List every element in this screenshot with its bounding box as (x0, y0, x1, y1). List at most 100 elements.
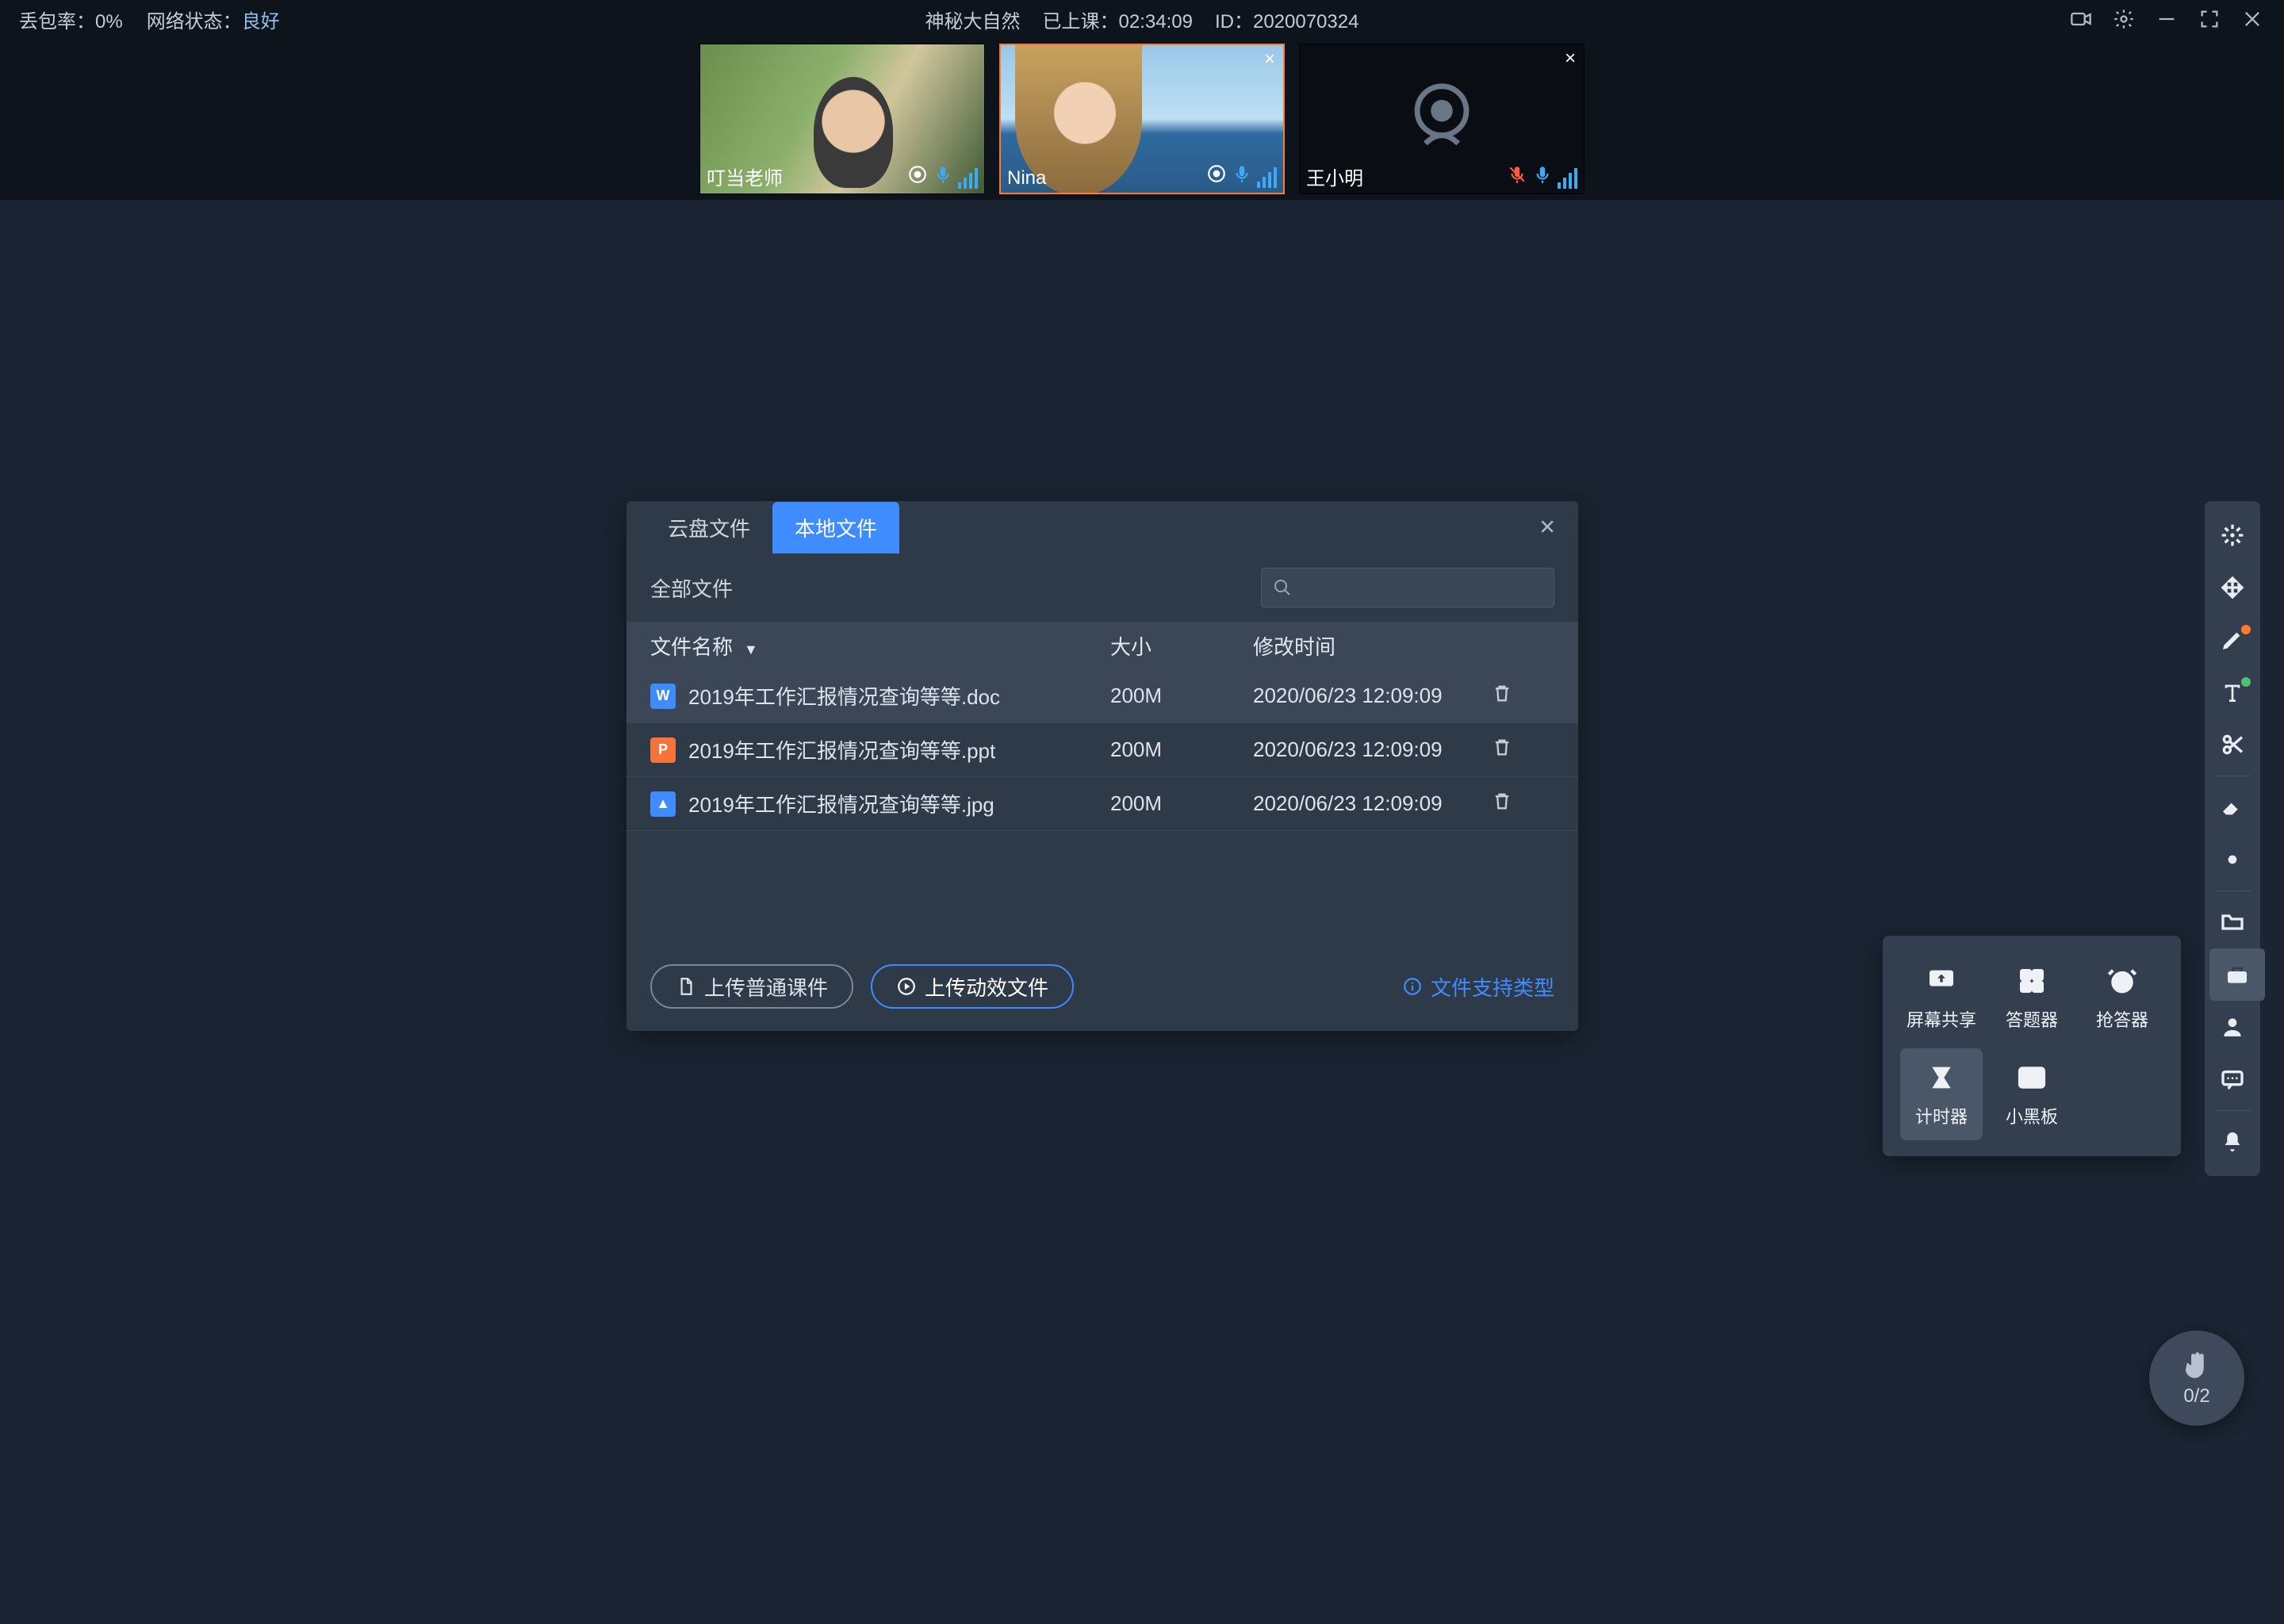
delete-file-button[interactable] (1491, 682, 1554, 710)
toolbox-tool[interactable] (2209, 948, 2265, 1001)
fullscreen-icon[interactable] (2197, 6, 2222, 32)
right-toolbar (2205, 501, 2260, 1176)
camera-toggle-icon[interactable] (2068, 6, 2094, 32)
file-mtime: 2020/06/23 12:09:09 (1253, 791, 1491, 816)
mic-on-icon (1232, 163, 1252, 188)
col-mtime[interactable]: 修改时间 (1253, 631, 1491, 661)
tool-timer[interactable]: 计时器 (1900, 1048, 1983, 1140)
delete-file-button[interactable] (1491, 790, 1554, 818)
file-name: 2019年工作汇报情况查询等等.ppt (688, 735, 995, 764)
pen-tool[interactable] (2205, 614, 2260, 666)
signal-bars-icon (1257, 167, 1277, 188)
id-label: ID： (1215, 11, 1253, 33)
col-name-label: 文件名称 (650, 635, 733, 659)
video-tile-teacher[interactable]: 叮当老师 (699, 44, 985, 194)
text-tool[interactable] (2205, 666, 2260, 718)
bell-tool[interactable] (2205, 1116, 2260, 1168)
search-input[interactable] (1261, 568, 1554, 607)
file-size: 200M (1110, 684, 1253, 708)
tool-label: 计时器 (1915, 1103, 1968, 1128)
tool-active-dot (2241, 625, 2251, 634)
alarm-icon (2102, 963, 2143, 998)
file-row[interactable]: ▲ 2019年工作汇报情况查询等等.jpg 200M 2020/06/23 12… (627, 777, 1578, 831)
minimize-icon[interactable] (2154, 6, 2179, 32)
video-tile-student-2[interactable]: × 王小明 (1299, 44, 1585, 194)
sort-caret-icon: ▼ (744, 642, 758, 657)
file-table-header: 文件名称 ▼ 大小 修改时间 (627, 622, 1578, 669)
file-size: 200M (1110, 791, 1253, 816)
quiz-icon: AB (2011, 963, 2052, 998)
col-name[interactable]: 文件名称 ▼ (650, 631, 1110, 661)
webcam-off-icon (1398, 75, 1485, 163)
tool-label: 小黑板 (2006, 1103, 2058, 1128)
dot-tool[interactable] (2205, 833, 2260, 886)
file-name: 2019年工作汇报情况查询等等.jpg (688, 789, 994, 818)
search-icon (1273, 578, 1292, 597)
board-icon: 2+3 (2011, 1060, 2052, 1095)
elapsed-label: 已上课： (1043, 11, 1119, 33)
tool-alarm[interactable]: 抢答器 (2081, 952, 2163, 1044)
tile-close-icon[interactable]: × (1264, 50, 1275, 69)
delete-file-button[interactable] (1491, 736, 1554, 764)
mic-on-icon (933, 164, 953, 189)
move-tool[interactable] (2205, 561, 2260, 614)
hand-icon (2180, 1349, 2213, 1382)
hand-count: 0/2 (2183, 1385, 2209, 1408)
participant-name: 叮当老师 (707, 163, 783, 190)
supported-types-link[interactable]: 文件支持类型 (1402, 972, 1554, 1002)
eraser-tool[interactable] (2205, 781, 2260, 833)
col-size[interactable]: 大小 (1110, 631, 1253, 661)
network-label: 网络状态： (147, 11, 242, 33)
video-tile-student-1[interactable]: × Nina (999, 44, 1285, 194)
video-strip: 叮当老师 × Nina × 王小明 (0, 38, 2284, 200)
file-type-badge: W (650, 684, 676, 709)
timer-icon (1921, 1060, 1962, 1095)
packet-loss-value: 0% (95, 11, 123, 33)
file-mtime: 2020/06/23 12:09:09 (1253, 684, 1491, 708)
session-id: ID：2020070324 (1215, 6, 1359, 33)
folder-tool[interactable] (2205, 896, 2260, 948)
dialog-close-icon[interactable]: ✕ (1539, 515, 1556, 540)
raise-hand-button[interactable]: 0/2 (2149, 1331, 2244, 1426)
file-name: 2019年工作汇报情况查询等等.doc (688, 681, 1000, 710)
network-value: 良好 (242, 11, 280, 33)
close-window-icon[interactable] (2240, 6, 2265, 32)
tab-cloud-files[interactable]: 云盘文件 (646, 502, 772, 553)
id-value: 2020070324 (1253, 11, 1359, 33)
upload-normal-button[interactable]: 上传普通课件 (650, 964, 853, 1009)
tool-label: 答题器 (2006, 1006, 2058, 1032)
scissors-tool[interactable] (2205, 718, 2260, 771)
upload-normal-label: 上传普通课件 (704, 972, 828, 1002)
breadcrumb[interactable]: 全部文件 (650, 573, 733, 603)
user-tool[interactable] (2205, 1001, 2260, 1053)
tab-local-files[interactable]: 本地文件 (772, 502, 899, 553)
chat-tool[interactable] (2205, 1053, 2260, 1105)
signal-bars-icon (1558, 168, 1577, 189)
laser-pointer-tool[interactable] (2205, 509, 2260, 561)
elapsed: 已上课：02:34:09 (1043, 6, 1193, 33)
video-status-icons (1206, 163, 1277, 188)
tile-close-icon[interactable]: × (1565, 49, 1576, 68)
video-status-icons (1507, 164, 1577, 189)
mic-muted-icon (1507, 164, 1527, 189)
participant-name: Nina (1007, 167, 1046, 190)
tool-quiz[interactable]: AB 答题器 (1991, 952, 2073, 1044)
camera-indicator-icon (907, 164, 928, 189)
packet-loss: 丢包率：0% (19, 6, 123, 33)
file-type-badge: ▲ (650, 791, 676, 817)
svg-text:2+3: 2+3 (2023, 1072, 2041, 1084)
network-status: 网络状态：良好 (147, 6, 280, 33)
file-type-badge: P (650, 737, 676, 763)
tool-label: 屏幕共享 (1907, 1006, 1976, 1032)
file-row[interactable]: P 2019年工作汇报情况查询等等.ppt 200M 2020/06/23 12… (627, 723, 1578, 777)
document-icon (676, 976, 696, 997)
video-status-icons (907, 164, 978, 189)
svg-text:A: A (2024, 971, 2029, 979)
upload-animated-button[interactable]: 上传动效文件 (871, 964, 1074, 1009)
camera-indicator-icon (1206, 163, 1227, 188)
settings-icon[interactable] (2111, 6, 2136, 32)
top-bar: 丢包率：0% 网络状态：良好 神秘大自然 已上课：02:34:09 ID：202… (0, 0, 2284, 38)
file-row[interactable]: W 2019年工作汇报情况查询等等.doc 200M 2020/06/23 12… (627, 669, 1578, 723)
tool-screen[interactable]: 屏幕共享 (1900, 952, 1983, 1044)
tool-board[interactable]: 2+3 小黑板 (1991, 1048, 2073, 1140)
